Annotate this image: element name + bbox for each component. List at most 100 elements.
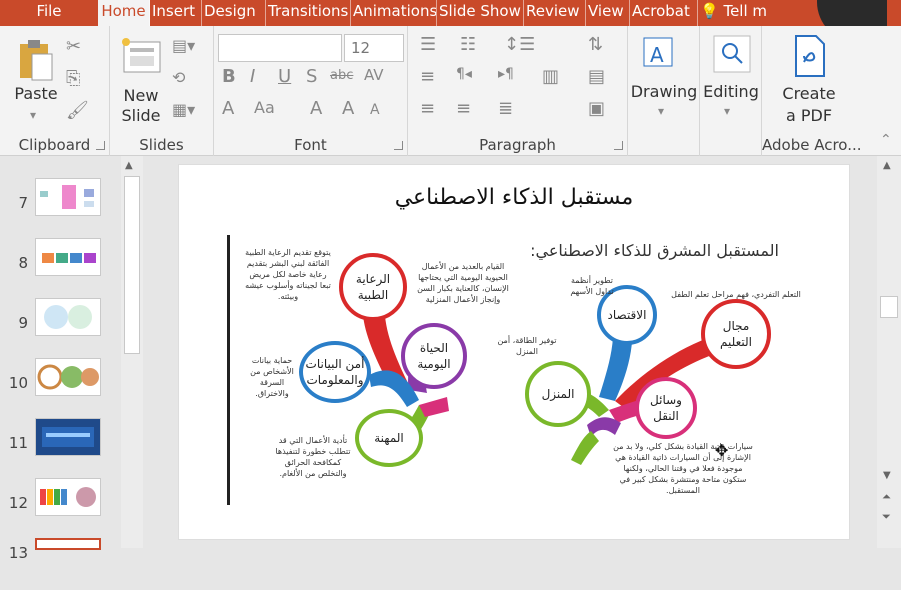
cut-icon[interactable]: ✂ — [66, 36, 81, 57]
grow-font-icon[interactable]: A — [342, 98, 354, 119]
char-spacing-icon[interactable]: AV — [364, 66, 384, 84]
tab-home[interactable]: Home — [98, 0, 150, 26]
chevron-down-icon[interactable]: ▾ — [658, 104, 664, 118]
node-data-security[interactable]: أمن البيانات والمعلومات — [299, 341, 371, 403]
thumbnail-slide-8[interactable]: 8 — [0, 238, 121, 290]
note-economy[interactable]: تطوير أنظمة تداول الأسهم — [561, 275, 623, 297]
reset-icon[interactable]: ⟲ — [172, 68, 185, 87]
chevron-down-icon[interactable]: ▾ — [724, 104, 730, 118]
section-icon[interactable]: ▦▾ — [172, 100, 195, 119]
thumbnail-slide-10[interactable]: 10 — [0, 358, 121, 410]
tab-animations[interactable]: Animations — [351, 0, 437, 26]
note-security[interactable]: حماية بيانات الأشخاص من السرقة والاختراق… — [243, 355, 301, 399]
strikethrough-icon[interactable]: abc — [330, 68, 353, 83]
scroll-thumb[interactable] — [880, 296, 898, 318]
node-education[interactable]: مجال التعليم — [701, 299, 771, 369]
tab-view[interactable]: View — [586, 0, 630, 26]
shapes-icon: A — [643, 37, 673, 67]
note-daily[interactable]: القيام بالعديد من الأعمال الحيوية اليومي… — [415, 261, 511, 305]
node-career[interactable]: المهنة — [355, 409, 423, 467]
tab-tell-me[interactable]: 💡 Tell m — [698, 0, 768, 26]
create-pdf-label-2[interactable]: a PDF — [762, 106, 856, 126]
next-slide-icon[interactable]: ⏷ — [882, 510, 891, 524]
adobe-group: Create a PDF Adobe Acro... ⌃ — [762, 26, 901, 156]
font-color-icon[interactable]: A — [310, 98, 322, 119]
scroll-thumb[interactable] — [124, 176, 140, 354]
dialog-launcher-icon[interactable] — [394, 141, 403, 150]
layout-icon[interactable]: ▤▾ — [172, 36, 195, 55]
new-slide-icon — [122, 38, 161, 73]
tab-review[interactable]: Review — [524, 0, 586, 26]
paste-icon — [20, 40, 53, 81]
slide-preview — [35, 538, 101, 550]
new-slide-label-1[interactable]: New — [116, 86, 166, 106]
node-daily-life[interactable]: الحياة اليومية — [401, 323, 467, 389]
ltr-icon[interactable]: ▸¶ — [498, 66, 514, 82]
editing-button[interactable]: Editing — [700, 82, 762, 102]
slide-number: 10 — [8, 374, 28, 392]
thumbnail-slide-11[interactable]: 11 — [0, 418, 121, 470]
lightbulb-icon: 💡 — [700, 2, 719, 20]
numbering-icon[interactable]: ☷ — [460, 34, 476, 55]
bullets-icon[interactable]: ☰ — [420, 34, 436, 55]
font-group-label: Font — [294, 136, 327, 154]
editor-scrollbar[interactable]: ▲ ▼ ⏶ ⏷ — [877, 156, 901, 548]
dialog-launcher-icon[interactable] — [614, 141, 623, 150]
note-career[interactable]: تأدية الأعمال التي قد تتطلب خطورة لتنفيذ… — [271, 435, 355, 479]
line-spacing-icon[interactable]: ↕☰ — [504, 34, 535, 55]
align-left-icon[interactable]: ≡ — [420, 66, 435, 87]
paste-button[interactable]: Paste — [12, 84, 60, 104]
thumbnail-slide-12[interactable]: 12 — [0, 478, 121, 530]
scroll-up-icon[interactable]: ▲ — [883, 160, 891, 171]
node-transport[interactable]: وسائل النقل — [635, 377, 697, 439]
note-home[interactable]: توفير الطاقة، أمن المنزل — [497, 335, 557, 357]
dialog-launcher-icon[interactable] — [96, 141, 105, 150]
note-education[interactable]: التعلم التفردي، فهم مراحل تعلم الطفل — [661, 289, 811, 300]
note-medical[interactable]: يتوقع تقديم الرعاية الطبية الفائقة لبني … — [243, 247, 333, 302]
drawing-button[interactable]: Drawing — [628, 82, 700, 102]
text-effects-icon[interactable]: A — [222, 98, 234, 119]
tab-slide-show[interactable]: Slide Show — [437, 0, 524, 26]
align-center-icon[interactable]: ≡ — [420, 98, 435, 119]
tab-insert[interactable]: Insert — [150, 0, 202, 26]
shadow-icon[interactable]: S — [306, 66, 317, 87]
align-right-icon[interactable]: ≡ — [456, 98, 471, 119]
thumbnail-slide-9[interactable]: 9 — [0, 298, 121, 350]
smartart-icon[interactable]: ▣ — [588, 98, 605, 119]
thumbnail-slide-7[interactable]: 7 — [0, 178, 121, 230]
align-text-icon[interactable]: ▤ — [588, 66, 605, 87]
node-home[interactable]: المنزل — [525, 361, 591, 427]
thumbnail-scrollbar[interactable]: ▲ — [121, 156, 143, 548]
chevron-down-icon[interactable]: ▾ — [30, 108, 36, 122]
rtl-icon[interactable]: ¶◂ — [456, 66, 472, 82]
font-name-field[interactable] — [218, 34, 342, 62]
text-direction-icon[interactable]: ⇅ — [588, 34, 603, 55]
justify-icon[interactable]: ≣ — [498, 98, 513, 119]
new-slide-label-2[interactable]: Slide — [116, 106, 166, 126]
scroll-up-icon[interactable]: ▲ — [125, 160, 133, 171]
tab-file[interactable]: File — [0, 0, 98, 26]
font-size-field[interactable]: 12 — [344, 34, 404, 62]
scroll-down-icon[interactable]: ▼ — [883, 470, 891, 481]
change-case-icon[interactable]: Aa — [254, 98, 275, 117]
note-transport[interactable]: سيارات ذاتية القيادة بشكل كلي، ولا بد من… — [613, 441, 753, 496]
tab-transitions[interactable]: Transitions — [266, 0, 351, 26]
slide-editor: مستقبل الذكاء الاصطناعي المستقبل المشرق … — [143, 156, 877, 548]
underline-icon[interactable]: U — [278, 66, 291, 87]
tab-design[interactable]: Design — [202, 0, 266, 26]
thumbnail-slide-13[interactable]: 13 — [0, 538, 121, 590]
editing-group[interactable]: Editing ▾ — [700, 26, 762, 156]
node-medical-care[interactable]: الرعاية الطبية — [339, 253, 407, 321]
tab-acrobat[interactable]: Acrobat — [630, 0, 698, 26]
shrink-font-icon[interactable]: A — [370, 102, 380, 118]
format-painter-icon[interactable]: 🖌 — [66, 100, 89, 121]
columns-icon[interactable]: ▥ — [542, 66, 559, 87]
drawing-group[interactable]: A Drawing ▾ — [628, 26, 700, 156]
previous-slide-icon[interactable]: ⏶ — [882, 490, 891, 504]
italic-icon[interactable]: I — [250, 66, 255, 87]
collapse-ribbon-icon[interactable]: ⌃ — [880, 132, 892, 148]
current-slide[interactable]: مستقبل الذكاء الاصطناعي المستقبل المشرق … — [178, 164, 850, 540]
copy-icon[interactable]: ⎘ — [66, 68, 80, 89]
bold-icon[interactable]: B — [222, 66, 236, 87]
create-pdf-label-1[interactable]: Create — [762, 84, 856, 104]
